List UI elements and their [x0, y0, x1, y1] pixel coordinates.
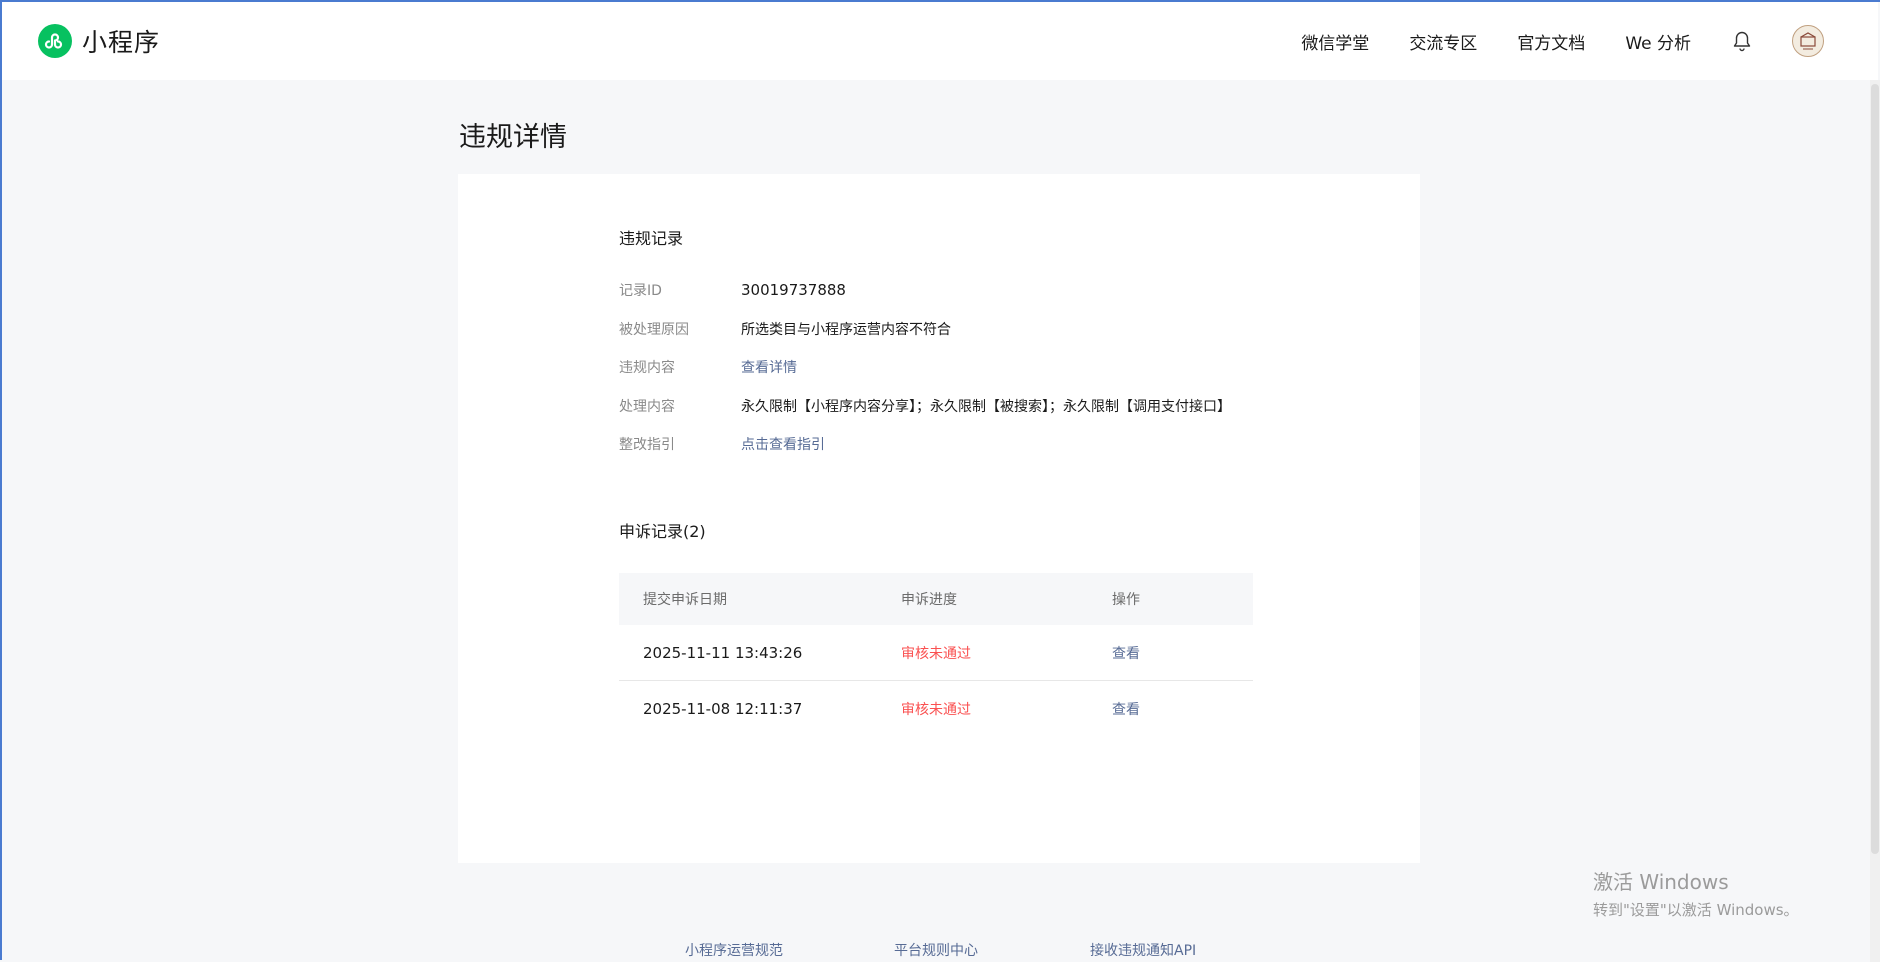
record-id-value: 30019737888: [741, 281, 846, 299]
info-row-record-id: 记录ID 30019737888: [619, 280, 846, 300]
violation-record-title: 违规记录: [619, 229, 684, 248]
info-label: 处理内容: [619, 399, 675, 415]
footer-link-rules-center[interactable]: 平台规则中心: [894, 940, 978, 960]
logo[interactable]: 小程序: [38, 23, 160, 59]
table-row: 2025-11-11 13:43:26 审核未通过 查看: [619, 625, 1253, 681]
appeal-date: 2025-11-08 12:11:37: [643, 699, 803, 718]
nav-official-docs[interactable]: 官方文档: [1517, 29, 1585, 54]
scrollbar-thumb[interactable]: [1871, 84, 1879, 854]
footer: 小程序运营规范 平台规则中心 接收违规通知API: [2, 940, 1880, 962]
info-row-reason: 被处理原因 所选类目与小程序运营内容不符合: [619, 319, 951, 339]
appeal-records-title: 申诉记录(2): [619, 522, 706, 541]
appeal-status: 审核未通过: [901, 645, 971, 662]
mini-program-logo-icon: [38, 24, 72, 58]
reason-value: 所选类目与小程序运营内容不符合: [741, 322, 951, 338]
view-guide-link[interactable]: 点击查看指引: [741, 434, 825, 454]
column-header: 申诉进度: [901, 592, 957, 608]
table-header: 提交申诉日期 申诉进度 操作: [619, 573, 1253, 625]
info-label: 被处理原因: [619, 322, 689, 338]
logo-text: 小程序: [82, 28, 161, 57]
info-label: 违规内容: [619, 360, 675, 376]
info-label: 记录ID: [619, 283, 662, 299]
footer-link-operation-rules[interactable]: 小程序运营规范: [685, 940, 783, 960]
page-scrollbar[interactable]: [1870, 80, 1880, 962]
watermark-title: 激活 Windows: [1593, 870, 1729, 894]
info-row-guide: 整改指引 点击查看指引: [619, 434, 825, 454]
bell-icon[interactable]: [1732, 30, 1752, 52]
view-appeal-link[interactable]: 查看: [1112, 646, 1140, 662]
nav-we-analytics[interactable]: We 分析: [1625, 29, 1691, 54]
view-appeal-link[interactable]: 查看: [1112, 702, 1140, 718]
appeal-records-table: 提交申诉日期 申诉进度 操作 2025-11-11 13:43:26 审核未通过…: [619, 573, 1253, 736]
info-row-handling: 处理内容 永久限制【小程序内容分享】；永久限制【被搜索】；永久限制【调用支付接口…: [619, 396, 1231, 416]
info-row-content: 违规内容 查看详情: [619, 357, 797, 377]
table-row: 2025-11-08 12:11:37 审核未通过 查看: [619, 681, 1253, 736]
appeal-date: 2025-11-11 13:43:26: [643, 643, 803, 662]
violation-detail-card: 违规记录 记录ID 30019737888 被处理原因 所选类目与小程序运营内容…: [458, 174, 1420, 863]
top-nav: 微信学堂 交流专区 官方文档 We 分析: [1301, 2, 1878, 80]
appeal-status: 审核未通过: [901, 701, 971, 718]
nav-weixin-school[interactable]: 微信学堂: [1301, 29, 1369, 54]
view-details-link[interactable]: 查看详情: [741, 357, 797, 377]
avatar[interactable]: [1792, 25, 1824, 57]
footer-link-violation-api[interactable]: 接收违规通知API: [1090, 940, 1196, 960]
column-header: 提交申诉日期: [643, 592, 727, 608]
windows-activation-watermark: 激活 Windows 转到"设置"以激活 Windows。: [1593, 866, 1799, 920]
column-header: 操作: [1112, 592, 1140, 608]
info-label: 整改指引: [619, 437, 675, 453]
nav-community[interactable]: 交流专区: [1409, 29, 1477, 54]
watermark-subtitle: 转到"设置"以激活 Windows。: [1593, 901, 1799, 919]
handling-value: 永久限制【小程序内容分享】；永久限制【被搜索】；永久限制【调用支付接口】: [741, 399, 1231, 415]
page-title: 违规详情: [459, 122, 567, 153]
top-header: 小程序 微信学堂 交流专区 官方文档 We 分析: [2, 2, 1878, 80]
